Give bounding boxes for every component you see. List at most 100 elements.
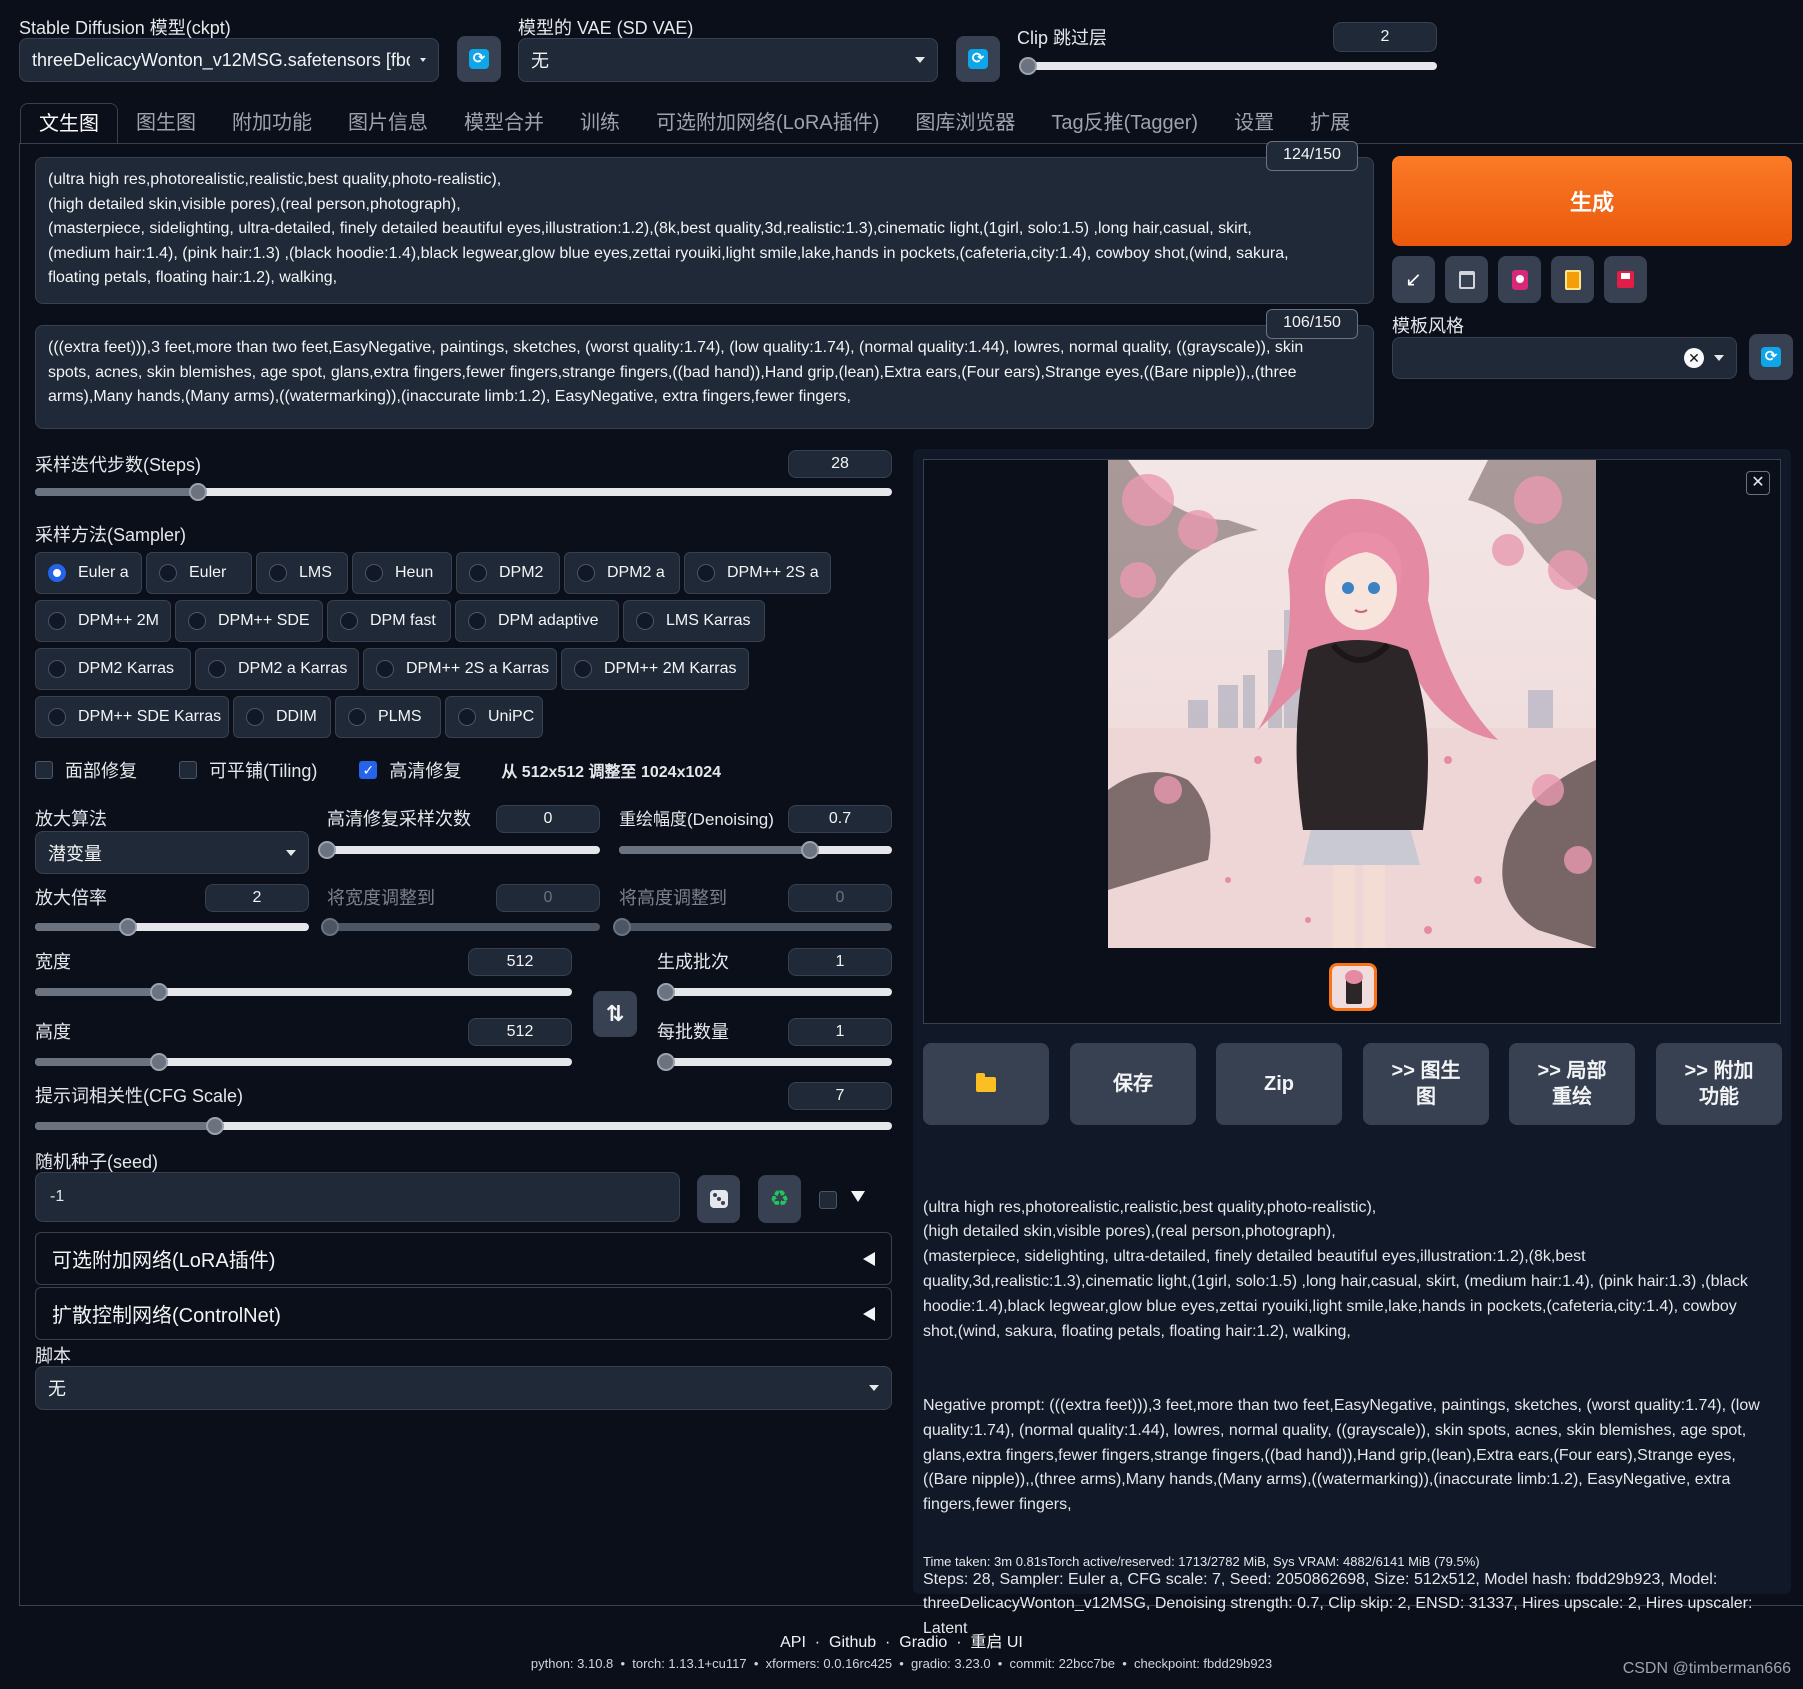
close-icon[interactable]: ✕ — [1746, 471, 1770, 495]
slider-thumb[interactable] — [801, 841, 820, 859]
generate-button[interactable]: 生成 — [1392, 156, 1792, 246]
script-select[interactable]: 无 — [35, 1366, 892, 1410]
tab-extensions[interactable]: 扩展 — [1292, 103, 1368, 143]
steps-slider[interactable] — [35, 483, 892, 501]
generated-image[interactable] — [1108, 460, 1596, 948]
batch-size-slider[interactable] — [657, 1053, 892, 1071]
batch-count-input[interactable]: 1 — [788, 948, 892, 976]
style-select[interactable]: ✕ — [1392, 337, 1737, 379]
width-input[interactable]: 512 — [468, 948, 572, 976]
sampler-option[interactable]: Heun — [352, 552, 452, 594]
random-seed-button[interactable] — [697, 1175, 740, 1223]
sampler-option[interactable]: LMS — [256, 552, 348, 594]
vae-select[interactable]: 无 — [518, 38, 938, 82]
open-folder-button[interactable] — [923, 1043, 1049, 1125]
tab-extras[interactable]: 附加功能 — [214, 103, 330, 143]
triangle-down-icon[interactable] — [851, 1191, 865, 1202]
tab-train[interactable]: 训练 — [562, 103, 638, 143]
sampler-option[interactable]: Euler a — [35, 552, 142, 594]
sampler-option[interactable]: DPM++ 2S a — [684, 552, 831, 594]
sampler-option[interactable]: DPM++ 2S a Karras — [363, 648, 557, 690]
sampler-option[interactable]: DPM++ SDE Karras — [35, 696, 229, 738]
seed-input[interactable]: -1 — [35, 1172, 680, 1222]
swap-dimensions-button[interactable]: ⇅ — [593, 991, 637, 1037]
steps-input[interactable]: 28 — [788, 450, 892, 478]
style-refresh-button[interactable]: ⟳ — [1749, 334, 1793, 380]
sampler-option[interactable]: DPM++ 2M Karras — [561, 648, 749, 690]
sampler-option[interactable]: DDIM — [233, 696, 331, 738]
upscale-by-input[interactable]: 2 — [205, 884, 309, 912]
read-params-button[interactable]: ↙ — [1392, 256, 1435, 303]
slider-thumb[interactable] — [149, 1053, 168, 1071]
sampler-option[interactable]: UniPC — [445, 696, 543, 738]
sampler-option[interactable]: DPM++ SDE — [175, 600, 323, 642]
sampler-option[interactable]: PLMS — [335, 696, 441, 738]
clip-skip-slider[interactable] — [1019, 57, 1437, 75]
vae-refresh-button[interactable]: ⟳ — [956, 36, 1000, 82]
denoise-slider[interactable] — [619, 841, 892, 859]
tab-png-info[interactable]: 图片信息 — [330, 103, 446, 143]
tab-settings[interactable]: 设置 — [1216, 103, 1292, 143]
sampler-option[interactable]: DPM adaptive — [455, 600, 619, 642]
thumbnail[interactable] — [1329, 963, 1377, 1011]
extra-networks-button[interactable] — [1498, 256, 1541, 303]
face-fix-checkbox[interactable] — [35, 761, 53, 779]
negative-prompt-textarea[interactable]: (((extra feet))),3 feet,more than two fe… — [35, 325, 1374, 429]
slider-thumb[interactable] — [1019, 57, 1038, 75]
upscaler-select[interactable]: 潜变量 — [35, 831, 309, 874]
slider-thumb[interactable] — [119, 918, 138, 936]
tab-merge[interactable]: 模型合并 — [446, 103, 562, 143]
width-slider[interactable] — [35, 983, 572, 1001]
tab-gallery[interactable]: 图库浏览器 — [897, 103, 1033, 143]
batch-size-input[interactable]: 1 — [788, 1018, 892, 1046]
cfg-input[interactable]: 7 — [788, 1082, 892, 1110]
sampler-option[interactable]: DPM++ 2M — [35, 600, 171, 642]
tab-tagger[interactable]: Tag反推(Tagger) — [1033, 103, 1216, 143]
apply-style-button[interactable] — [1551, 256, 1594, 303]
tiling-checkbox[interactable] — [179, 761, 197, 779]
clear-icon[interactable]: ✕ — [1684, 348, 1704, 368]
sampler-option[interactable]: DPM fast — [327, 600, 451, 642]
height-input[interactable]: 512 — [468, 1018, 572, 1046]
sampler-option[interactable]: DPM2 Karras — [35, 648, 191, 690]
save-style-button[interactable] — [1604, 256, 1647, 303]
upscaler-value: 潜变量 — [48, 843, 102, 864]
send-to-extras-button[interactable]: >> 附加 功能 — [1656, 1043, 1782, 1125]
prompt-textarea[interactable]: (ultra high res,photorealistic,realistic… — [35, 157, 1374, 304]
sampler-option[interactable]: LMS Karras — [623, 600, 765, 642]
zip-button[interactable]: Zip — [1216, 1043, 1342, 1125]
sampler-option[interactable]: DPM2 a Karras — [195, 648, 359, 690]
batch-count-slider[interactable] — [657, 983, 892, 1001]
sampler-option[interactable]: DPM2 — [456, 552, 560, 594]
upscale-by-slider[interactable] — [35, 918, 309, 936]
slider-thumb[interactable] — [657, 983, 675, 1001]
send-to-img2img-button[interactable]: >> 图生 图 — [1363, 1043, 1489, 1125]
denoise-input[interactable]: 0.7 — [788, 805, 892, 833]
clip-skip-input[interactable]: 2 — [1333, 22, 1437, 52]
slider-thumb[interactable] — [188, 483, 207, 501]
hires-steps-input[interactable]: 0 — [496, 805, 600, 833]
hires-checkbox[interactable]: ✓ — [359, 761, 378, 779]
cfg-slider[interactable] — [35, 1117, 892, 1135]
save-button[interactable]: 保存 — [1070, 1043, 1196, 1125]
slider-thumb[interactable] — [318, 841, 336, 859]
ckpt-select[interactable]: threeDelicacyWonton_v12MSG.safetensors [… — [19, 38, 439, 82]
send-to-inpaint-button[interactable]: >> 局部 重绘 — [1509, 1043, 1635, 1125]
tab-img2img[interactable]: 图生图 — [118, 103, 214, 143]
lora-accordion[interactable]: 可选附加网络(LoRA插件) — [35, 1232, 892, 1285]
sampler-option[interactable]: Euler — [146, 552, 252, 594]
tab-lora[interactable]: 可选附加网络(LoRA插件) — [638, 103, 897, 143]
clear-prompt-button[interactable] — [1445, 256, 1488, 303]
footer-links[interactable]: API · Github · Gradio · 重启 UI — [0, 1628, 1803, 1652]
tab-txt2img[interactable]: 文生图 — [20, 103, 118, 143]
reuse-seed-button[interactable]: ♻ — [758, 1175, 801, 1223]
slider-thumb[interactable] — [205, 1117, 224, 1135]
ckpt-refresh-button[interactable]: ⟳ — [457, 36, 501, 82]
slider-thumb[interactable] — [657, 1053, 675, 1071]
sampler-option[interactable]: DPM2 a — [564, 552, 680, 594]
hires-steps-slider[interactable] — [318, 841, 600, 859]
extra-seed-checkbox[interactable] — [819, 1191, 837, 1209]
height-slider[interactable] — [35, 1053, 572, 1071]
slider-thumb[interactable] — [149, 983, 168, 1001]
controlnet-accordion[interactable]: 扩散控制网络(ControlNet) — [35, 1287, 892, 1340]
